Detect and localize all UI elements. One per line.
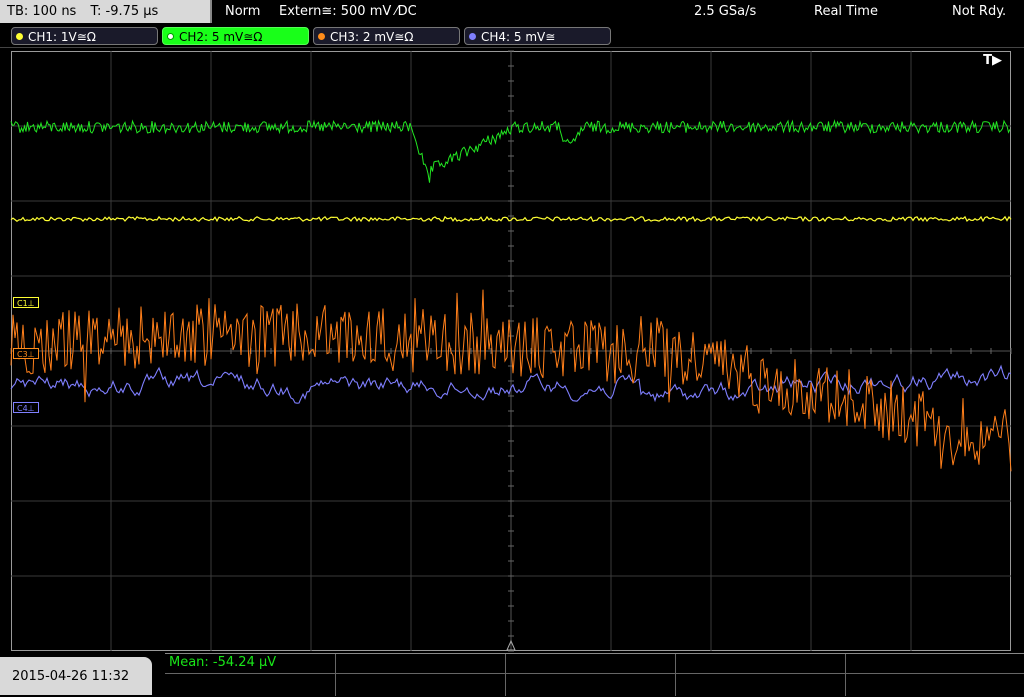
ch1-offset-marker[interactable]: C1⊥ xyxy=(13,297,39,308)
datetime: 2015-04-26 11:32 xyxy=(0,657,152,695)
ch4-offset-marker[interactable]: C4⊥ xyxy=(13,402,39,413)
ch3-offset-marker[interactable]: C3⊥ xyxy=(13,348,39,359)
mean-measurement[interactable]: Mean: -54.24 µV xyxy=(169,655,276,670)
trigger-position-icon: T▶ xyxy=(983,53,1002,68)
waveform-display xyxy=(10,50,1012,652)
measurement-panel: Mean: -54.24 µV xyxy=(165,653,1024,696)
